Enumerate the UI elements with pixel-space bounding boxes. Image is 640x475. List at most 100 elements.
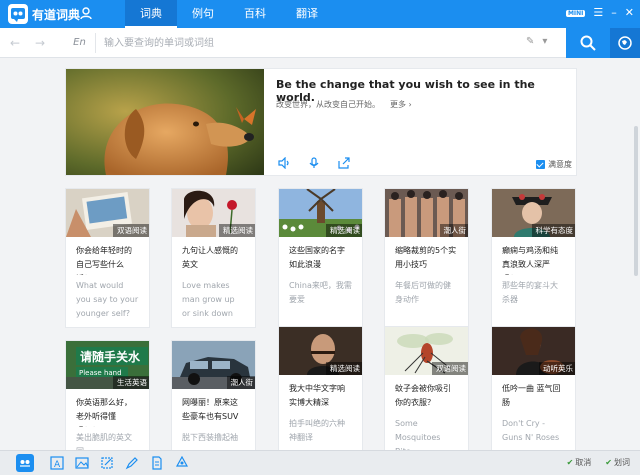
title-bar: 有道词典 词典 例句 百科 翻译 MINI ☰ – ✕ — [0, 0, 640, 28]
card-tag: 双语阅读 — [432, 362, 468, 375]
card-title: 网曝丽！原来这些豪车也有SUV — [182, 398, 239, 421]
card-desc: 脱下西装撸起袖 — [182, 433, 238, 442]
card-tag: 潮人街 — [226, 376, 255, 389]
card-title: 缩略裁剪的5个实用小技巧 — [395, 246, 457, 269]
search-icon — [580, 35, 596, 51]
feed-card[interactable]: 潮人街 网曝丽！原来这些豪车也有SUV 脱下西装撸起袖 — [171, 340, 256, 450]
card-image-girl-rose: 精选阅读 — [172, 189, 255, 237]
daily-actions — [278, 157, 350, 169]
language-selector[interactable]: En — [64, 33, 96, 53]
card-tag: 生活英语 — [113, 376, 149, 389]
screenshot-icon[interactable] — [100, 456, 114, 470]
feed-card[interactable]: 双语阅读 蚊子会被你吸引你的衣服？ Some Mosquitoes Bite — [384, 326, 469, 450]
card-image-street-sign: 请随手关水 Please hand 生活英语 — [66, 341, 149, 389]
bottom-tools: A — [50, 456, 189, 470]
card-tag: 精选阅读 — [219, 224, 255, 237]
card-desc: 拍手叫绝的六种神翻译 — [289, 419, 345, 442]
handwriting-icon[interactable]: ✎ — [526, 36, 534, 47]
youdao-logo-icon — [8, 4, 28, 24]
pen-icon[interactable] — [125, 456, 139, 470]
card-desc: Some Mosquitoes Bite — [395, 419, 441, 450]
globe-icon — [618, 36, 632, 50]
home-feed[interactable]: Be the change that you wish to see in th… — [0, 58, 640, 450]
feed-card[interactable]: 动听英乐 低吟一曲 蓝气回肠 Don't Cry -Guns N' Roses — [491, 326, 576, 450]
tab-encyclopedia[interactable]: 百科 — [229, 0, 281, 28]
bottom-status: ✔ 取消 ✔ 划词 — [567, 457, 630, 468]
card-image-postcard: 双语阅读 — [66, 189, 149, 237]
recycle-icon[interactable] — [175, 456, 189, 470]
card-desc: What would you say to your younger self? — [76, 281, 139, 318]
window-controls: MINI ☰ – ✕ — [565, 6, 634, 20]
daily-sentence-card: Be the change that you wish to see in th… — [65, 68, 577, 176]
card-tag: 潮人街 — [439, 224, 468, 237]
daily-sentence-chinese: 改变世界，从改变自己开始。 — [276, 100, 380, 109]
card-desc: Love makes man grow up or sink down — [182, 281, 235, 318]
card-tag: 精选阅读 — [326, 224, 362, 237]
checkbox-checked-icon — [536, 160, 545, 169]
card-image-mosquito: 双语阅读 — [385, 327, 468, 375]
check-icon: ✔ — [566, 458, 574, 467]
cancel-toggle[interactable]: ✔ 取消 — [567, 457, 592, 468]
feed-card[interactable]: 双语阅读 你会给年轻时的自己写些什么话？ What would you say … — [65, 188, 150, 328]
back-arrow-icon[interactable]: ← — [10, 36, 20, 50]
daily-more-link[interactable]: 更多 › — [390, 99, 412, 110]
tab-dictionary[interactable]: 词典 — [125, 0, 177, 28]
app-title: 有道词典 — [32, 8, 81, 22]
search-button[interactable] — [566, 28, 610, 58]
tab-translate[interactable]: 翻译 — [281, 0, 333, 28]
minimize-icon[interactable]: – — [611, 6, 617, 20]
card-title: 我大中华文字响实博大精深 — [289, 384, 345, 407]
card-desc: 年餐后可做的健身动作 — [395, 281, 451, 304]
card-title: 你英语那么好，老外听得懂吗？？ — [76, 398, 132, 427]
scrollbar[interactable] — [634, 126, 638, 276]
search-bar: ← → En ✎ ▾ — [0, 28, 640, 58]
share-icon[interactable] — [338, 157, 350, 169]
search-input[interactable] — [104, 33, 504, 53]
tab-examples[interactable]: 例句 — [177, 0, 229, 28]
card-desc: China来吧，我需要爱 — [289, 281, 352, 304]
image-translate-icon[interactable] — [75, 456, 89, 470]
card-image-suv: 潮人街 — [172, 341, 255, 389]
card-tag: 双语阅读 — [113, 224, 149, 237]
mini-mode-icon[interactable]: MINI — [565, 9, 586, 17]
card-desc: Don't Cry -Guns N' Roses — [502, 419, 560, 442]
card-image-windmill: 精选阅读 — [279, 189, 362, 237]
card-tag: 科学有态度 — [531, 224, 575, 237]
feed-card[interactable]: 请随手关水Please hand 生活英语 你英语那么好，老外听得懂吗？？ 美出… — [65, 340, 150, 450]
card-image-guitarist: 动听英乐 — [492, 327, 575, 375]
feed-card[interactable]: 科学有态度 癫痫与鸡汤和纯真浪致人深严吗？ 那些年的宴斗大杀器 — [491, 188, 576, 328]
card-tag: 精选阅读 — [326, 362, 362, 375]
daily-dog-butterfly-image — [66, 69, 264, 175]
check-icon: ✔ — [605, 458, 612, 467]
youdao-small-logo-icon[interactable] — [16, 454, 34, 472]
menu-icon[interactable]: ☰ — [593, 6, 603, 20]
close-icon[interactable]: ✕ — [625, 6, 634, 20]
card-tag: 动听英乐 — [539, 362, 575, 375]
card-title: 低吟一曲 蓝气回肠 — [502, 384, 561, 407]
card-title: 你会给年轻时的自己写些什么话？ — [76, 246, 132, 275]
web-search-button[interactable] — [610, 28, 640, 58]
feed-card[interactable]: 精选阅读 我大中华文字响实博大精深 拍手叫绝的六种神翻译 — [278, 326, 363, 450]
bottom-toolbar: A ✔ 取消 ✔ 划词 — [0, 450, 640, 475]
dropdown-icon[interactable]: ▾ — [542, 36, 547, 47]
text-a-icon[interactable]: A — [50, 456, 64, 470]
card-image-qing-lady: 科学有态度 — [492, 189, 575, 237]
svg-text:请随手关水: 请随手关水 — [80, 349, 141, 364]
word-hint-toggle[interactable]: ✔ 划词 — [605, 457, 630, 468]
input-tools: ✎ ▾ — [526, 36, 547, 47]
feed-card[interactable]: 潮人街 缩略裁剪的5个实用小技巧 年餐后可做的健身动作 — [384, 188, 469, 328]
satisfaction-checkbox[interactable]: 满意度 — [536, 159, 572, 170]
card-title: 癫痫与鸡汤和纯真浪致人深严吗？ — [502, 246, 558, 275]
user-icon[interactable] — [80, 7, 92, 23]
card-desc: 美出脆肌的英文园 — [76, 433, 132, 450]
feed-card[interactable]: 精选阅读 这些国家的名字如此浪漫 China来吧，我需要爱 — [278, 188, 363, 328]
satisfaction-label: 满意度 — [548, 160, 572, 169]
feed-card[interactable]: 精选阅读 九句让人感慨的英文 Love makes man grow up or… — [171, 188, 256, 328]
document-icon[interactable] — [150, 456, 164, 470]
card-image-man-portrait: 精选阅读 — [279, 327, 362, 375]
forward-arrow-icon[interactable]: → — [35, 36, 45, 50]
speaker-icon[interactable] — [278, 157, 290, 169]
main-nav: 词典 例句 百科 翻译 — [125, 0, 333, 28]
card-image-models: 潮人街 — [385, 189, 468, 237]
microphone-icon[interactable] — [308, 157, 320, 169]
